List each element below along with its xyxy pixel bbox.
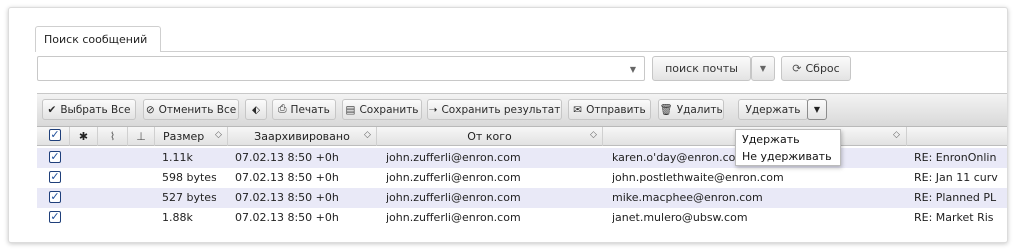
cell-from: john.zufferli@enron.com xyxy=(386,151,521,164)
header-size[interactable]: Размер ◇ xyxy=(155,127,228,146)
cell-archived: 07.02.13 8:50 +0h xyxy=(235,151,339,164)
cell-archived: 07.02.13 8:50 +0h xyxy=(235,171,339,184)
save-button[interactable]: ▤ Сохранить xyxy=(342,99,422,120)
search-input[interactable] xyxy=(38,57,618,80)
row-checkbox[interactable]: ✓ xyxy=(49,211,61,223)
save-result-button[interactable]: ➝ Сохранить результат xyxy=(427,99,562,120)
row-checkbox[interactable]: ✓ xyxy=(49,191,61,203)
refresh-icon: ⟳ xyxy=(792,62,802,75)
print-button[interactable]: ⎙ Печать xyxy=(272,99,336,120)
menu-item-unhold[interactable]: Не удерживать xyxy=(742,150,832,163)
sort-icon: ◇ xyxy=(590,130,597,140)
header-archived[interactable]: Заархивировано ◇ xyxy=(228,127,377,146)
cell-archived: 07.02.13 8:50 +0h xyxy=(235,211,339,224)
header-pin-col[interactable]: ⊥ xyxy=(128,127,155,146)
cell-size: 1.88k xyxy=(162,211,193,224)
cell-size: 1.11k xyxy=(162,151,193,164)
table-row[interactable]: ✓ 1.88k 07.02.13 8:50 +0h john.zufferli@… xyxy=(37,208,1007,228)
table-row[interactable]: ✓ 527 bytes 07.02.13 8:50 +0h john.zuffe… xyxy=(37,188,1007,208)
sort-icon: ◇ xyxy=(893,130,900,140)
hold-dropdown-button[interactable]: ▼ xyxy=(807,99,827,120)
header-attachment-col[interactable]: ⌇ xyxy=(98,127,128,146)
cell-to: john.postlethwaite@enron.com xyxy=(612,171,784,184)
header-bug-col[interactable]: ✱ xyxy=(70,127,98,146)
sort-icon: ◇ xyxy=(364,130,371,140)
table-row[interactable]: ✓ 598 bytes 07.02.13 8:50 +0h john.zuffe… xyxy=(37,168,1007,188)
tag-icon: ⬖ xyxy=(251,103,261,116)
save-result-label: Сохранить результат xyxy=(441,103,561,116)
header-subject[interactable] xyxy=(907,127,1007,146)
envelope-icon: ✉ xyxy=(573,103,583,116)
printer-icon: ⎙ xyxy=(278,103,287,115)
header-archived-label: Заархивировано xyxy=(254,130,350,143)
bug-icon: ✱ xyxy=(78,130,89,143)
sort-icon: ◇ xyxy=(215,130,222,140)
cancel-icon: ⊘ xyxy=(145,103,155,116)
tab-divider xyxy=(161,51,1007,52)
reset-button[interactable]: ⟳ Сброс xyxy=(781,56,851,81)
search-options-button[interactable]: ▼ xyxy=(751,56,775,81)
header-from[interactable]: От кого ◇ xyxy=(377,127,603,146)
menu-item-hold[interactable]: Удержать xyxy=(742,133,800,146)
cell-from: john.zufferli@enron.com xyxy=(386,211,521,224)
hold-dropdown-menu: Удержать Не удерживать xyxy=(735,129,841,166)
header-size-label: Размер xyxy=(163,130,205,143)
pin-icon: ⊥ xyxy=(136,130,146,143)
cell-archived: 07.02.13 8:50 +0h xyxy=(235,191,339,204)
message-search-panel: Поиск сообщений ▼ поиск почты ▼ ⟳ Сброс … xyxy=(8,7,1008,243)
save-label: Сохранить xyxy=(359,103,419,116)
header-select-col[interactable]: ✓ xyxy=(37,127,70,146)
select-all-label: Выбрать Все xyxy=(60,103,131,116)
cell-to: mike.macphee@enron.com xyxy=(612,191,763,204)
reset-label: Сброс xyxy=(805,62,840,75)
deselect-all-button[interactable]: ⊘ Отменить Все xyxy=(143,99,239,120)
arrow-right-icon: ➝ xyxy=(428,103,438,116)
hold-select[interactable]: Удержать xyxy=(738,99,808,120)
row-checkbox[interactable]: ✓ xyxy=(49,171,61,183)
save-icon: ▤ xyxy=(345,103,356,116)
row-checkbox[interactable]: ✓ xyxy=(49,151,61,163)
cell-to: janet.mulero@ubsw.com xyxy=(612,211,748,224)
search-mail-label: поиск почты xyxy=(665,62,738,75)
chevron-down-icon[interactable]: ▼ xyxy=(630,65,636,74)
delete-label: Удалить xyxy=(676,103,723,116)
chevron-down-icon: ▼ xyxy=(813,105,821,114)
cell-from: john.zufferli@enron.com xyxy=(386,191,521,204)
send-button[interactable]: ✉ Отправить xyxy=(568,99,651,120)
print-label: Печать xyxy=(290,103,330,116)
table-row[interactable]: ✓ 1.11k 07.02.13 8:50 +0h john.zufferli@… xyxy=(37,148,1007,168)
chevron-down-icon: ▼ xyxy=(759,64,767,73)
tab-label: Поиск сообщений xyxy=(44,33,148,46)
delete-button[interactable]: 🗑 Удалить xyxy=(658,99,724,120)
cell-size: 598 bytes xyxy=(162,171,216,184)
cell-subject: RE: Jan 11 curv xyxy=(914,171,998,184)
cell-subject: RE: Market Ris xyxy=(914,211,994,224)
search-mail-button[interactable]: поиск почты xyxy=(652,56,751,81)
tag-button[interactable]: ⬖ xyxy=(245,99,267,120)
cell-from: john.zufferli@enron.com xyxy=(386,171,521,184)
tab-message-search[interactable]: Поиск сообщений xyxy=(35,26,161,52)
paperclip-icon: ⌇ xyxy=(109,130,116,143)
select-all-button[interactable]: ✔ Выбрать Все xyxy=(42,99,136,120)
check-icon: ✔ xyxy=(47,103,57,116)
cell-subject: RE: EnronOnlin xyxy=(914,151,997,164)
trash-icon: 🗑 xyxy=(659,104,673,116)
select-all-checkbox[interactable]: ✓ xyxy=(49,129,61,141)
cell-size: 527 bytes xyxy=(162,191,216,204)
table-header: ✓ ✱ ⌇ ⊥ Размер ◇ Заархивировано ◇ От ког… xyxy=(37,127,1007,146)
search-field[interactable]: ▼ xyxy=(37,56,645,81)
hold-label: Удержать xyxy=(745,103,801,116)
header-from-label: От кого xyxy=(467,130,512,143)
send-label: Отправить xyxy=(586,103,646,116)
deselect-all-label: Отменить Все xyxy=(158,103,237,116)
cell-subject: RE: Planned PL xyxy=(914,191,997,204)
cell-to: karen.o'day@enron.com xyxy=(612,151,747,164)
